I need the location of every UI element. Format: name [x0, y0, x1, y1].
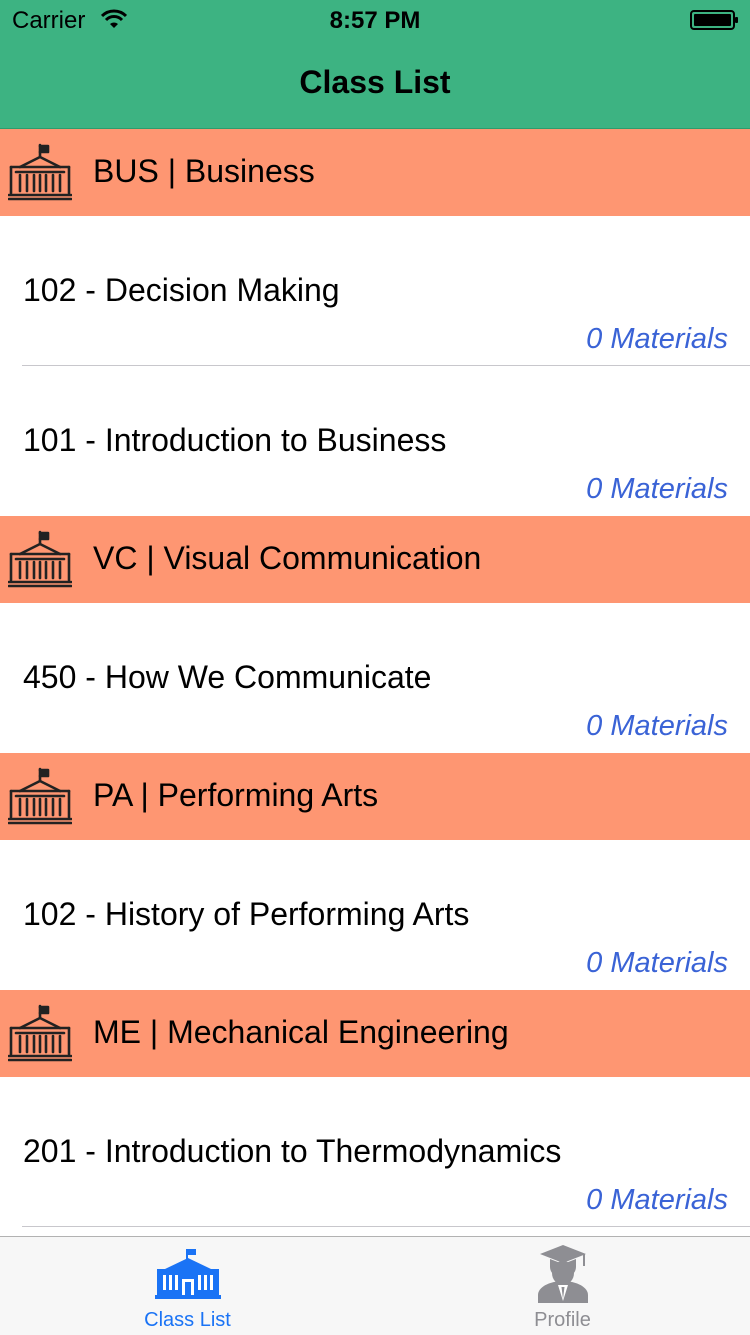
materials-count: 0 Materials: [586, 1184, 728, 1216]
materials-count: 0 Materials: [586, 323, 728, 355]
section-title: VC | Visual Communication: [93, 540, 482, 576]
school-building-icon: [8, 143, 72, 201]
page-title: Class List: [299, 64, 451, 100]
school-building-icon: [8, 530, 72, 588]
section-header-vc: VC | Visual Communication: [0, 516, 750, 603]
section-header-me: ME | Mechanical Engineering: [0, 990, 750, 1077]
section-title: ME | Mechanical Engineering: [93, 1014, 509, 1050]
status-time: 8:57 PM: [329, 7, 421, 34]
section-header-pa: PA | Performing Arts: [0, 753, 750, 840]
class-title: 102 - Decision Making: [23, 272, 340, 308]
battery-icon: [690, 10, 738, 30]
status-bar: Carrier 8:57 PM: [0, 0, 750, 40]
class-row[interactable]: 102 - History of Performing Arts 0 Mater…: [0, 840, 750, 990]
school-building-icon: [8, 1004, 72, 1062]
class-title: 201 - Introduction to Thermodynamics: [23, 1133, 562, 1169]
section-title: PA | Performing Arts: [93, 777, 379, 813]
class-list[interactable]: BUS | Business 102 - Decision Making 0 M…: [0, 129, 750, 1227]
navigation-bar: Class List: [0, 40, 750, 129]
class-title: 450 - How We Communicate: [23, 659, 432, 695]
class-row[interactable]: 201 - Introduction to Thermodynamics 0 M…: [0, 1077, 750, 1227]
materials-count: 0 Materials: [586, 710, 728, 742]
graduate-icon: [537, 1245, 588, 1303]
school-building-icon: [154, 1249, 221, 1299]
class-title: 101 - Introduction to Business: [23, 422, 447, 458]
class-row[interactable]: 101 - Introduction to Business 0 Materia…: [0, 366, 750, 516]
tab-label: Profile: [534, 1309, 591, 1331]
class-row[interactable]: 450 - How We Communicate 0 Materials: [0, 603, 750, 753]
class-title: 102 - History of Performing Arts: [23, 896, 470, 932]
row-divider: [22, 1226, 750, 1227]
school-building-icon: [8, 767, 72, 825]
tab-class-list[interactable]: Class List: [0, 1237, 375, 1335]
tab-profile[interactable]: Profile: [375, 1237, 750, 1335]
section-header-bus: BUS | Business: [0, 129, 750, 216]
materials-count: 0 Materials: [586, 473, 728, 505]
class-row[interactable]: 102 - Decision Making 0 Materials: [0, 216, 750, 366]
materials-count: 0 Materials: [586, 947, 728, 979]
tab-bar: Class List Profile: [0, 1236, 750, 1335]
section-title: BUS | Business: [93, 153, 315, 189]
tab-label: Class List: [144, 1309, 231, 1331]
